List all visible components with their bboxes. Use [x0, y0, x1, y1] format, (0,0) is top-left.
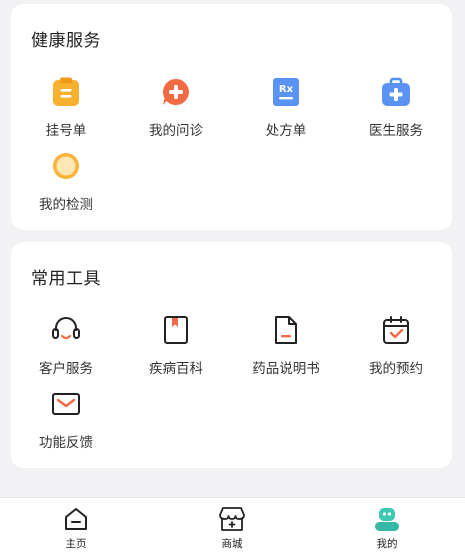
health-item-consultation[interactable]: 我的问诊 [121, 76, 231, 140]
health-item-registration[interactable]: 挂号单 [11, 76, 121, 140]
tool-item-disease-encyclopedia[interactable]: 疾病百科 [121, 314, 231, 378]
tool-item-label: 药品说明书 [252, 361, 320, 377]
home-icon [61, 504, 91, 534]
clipboard-icon [50, 76, 82, 108]
tab-mine[interactable]: 我的 [347, 504, 427, 554]
mail-icon [50, 388, 82, 420]
bottom-tab-bar: 主页 商城 我的 [0, 497, 465, 558]
svg-text:Rx: Rx [279, 84, 294, 95]
tab-mall[interactable]: 商城 [192, 504, 272, 554]
store-icon [217, 504, 247, 534]
tool-item-customer-service[interactable]: 客户服务 [11, 314, 121, 378]
health-item-prescription[interactable]: Rx 处方单 [231, 76, 341, 140]
health-services-card: 健康服务 挂号单 我的问诊 Rx 处方单 医生服务 我的检测 [11, 4, 452, 230]
health-item-label: 处方单 [265, 123, 307, 139]
tool-item-feedback[interactable]: 功能反馈 [11, 388, 121, 452]
health-item-label: 医生服务 [369, 123, 423, 139]
consult-plus-icon [160, 76, 192, 108]
calendar-check-icon [380, 314, 412, 346]
health-item-label: 挂号单 [45, 123, 87, 139]
detection-circle-icon [50, 150, 82, 182]
document-icon [270, 314, 302, 346]
tool-item-label: 疾病百科 [149, 361, 203, 377]
tool-item-drug-instructions[interactable]: 药品说明书 [231, 314, 341, 378]
tool-item-my-appointment[interactable]: 我的预约 [341, 314, 451, 378]
health-item-label: 我的问诊 [149, 123, 203, 139]
medical-bag-icon [380, 76, 412, 108]
common-tools-grid: 客户服务 疾病百科 药品说明书 我的预约 功能反馈 [11, 242, 452, 468]
tool-item-label: 我的预约 [369, 361, 423, 377]
health-item-label: 我的检测 [39, 197, 93, 213]
common-tools-card: 常用工具 客户服务 疾病百科 药品说明书 我的预约 功能反馈 [11, 242, 452, 468]
bookmark-book-icon [160, 314, 192, 346]
health-item-detection[interactable]: 我的检测 [11, 150, 121, 214]
headset-icon [50, 314, 82, 346]
tool-item-label: 功能反馈 [39, 435, 93, 451]
health-item-doctor-service[interactable]: 医生服务 [341, 76, 451, 140]
tab-label: 我的 [376, 538, 398, 550]
rx-icon: Rx [270, 76, 302, 108]
tool-item-label: 客户服务 [39, 361, 93, 377]
tab-home[interactable]: 主页 [36, 504, 116, 554]
health-services-grid: 挂号单 我的问诊 Rx 处方单 医生服务 我的检测 [11, 4, 452, 230]
tab-label: 主页 [65, 538, 87, 550]
robot-avatar-icon [372, 504, 402, 534]
tab-label: 商城 [221, 538, 243, 550]
